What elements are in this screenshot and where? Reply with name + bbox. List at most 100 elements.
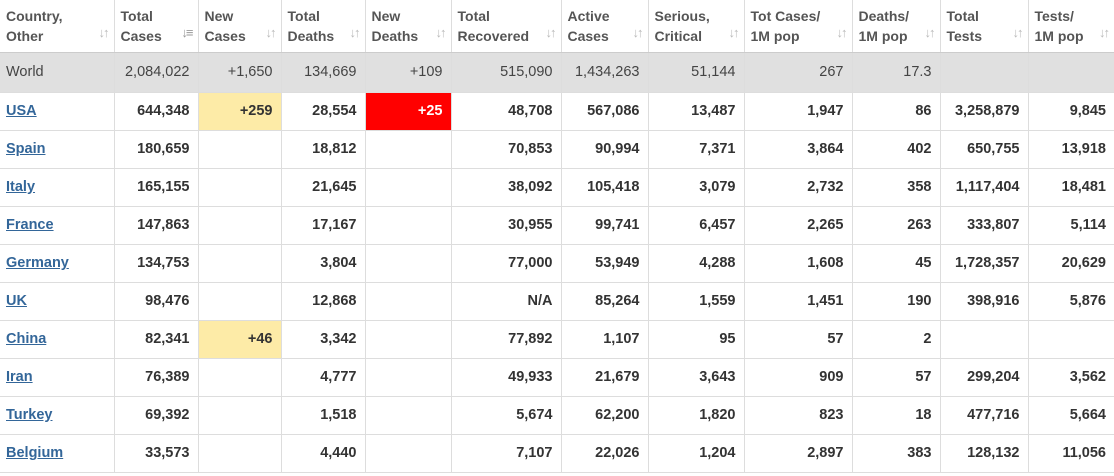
table-row: Turkey 69,392 1,518 5,674 62,200 1,820 823 18 47…: [0, 396, 1114, 435]
column-header-label: 1M pop: [858, 27, 908, 44]
total-recovered-cell: 7,107: [451, 434, 562, 473]
column-header-label: 1M pop: [1034, 27, 1084, 44]
column-header-total-deaths[interactable]: Total Deaths ↓↑: [281, 0, 366, 53]
serious-critical-cell: 4,288: [648, 244, 745, 283]
total-recovered-cell: 5,674: [451, 396, 562, 435]
cases-per-1m-cell: 823: [744, 396, 853, 435]
new-deaths-cell: [365, 282, 452, 321]
column-header-active-cases[interactable]: Active Cases ↓↑: [561, 0, 649, 53]
total-cases-cell: 134,753: [114, 244, 199, 283]
column-header-label: Serious,: [654, 7, 710, 24]
total-cases-cell: 98,476: [114, 282, 199, 321]
table-row: France 147,863 17,167 30,955 99,741 6,457 2,26…: [0, 206, 1114, 245]
total-deaths-cell: 28,554: [281, 92, 366, 131]
new-deaths-cell: [365, 396, 452, 435]
total-deaths-cell: 3,342: [281, 320, 366, 359]
total-cases-cell: 33,573: [114, 434, 199, 473]
column-header-total-tests[interactable]: Total Tests ↓↑: [940, 0, 1029, 53]
sort-icon[interactable]: ↓↑: [350, 23, 361, 43]
column-header-new-deaths[interactable]: New Deaths ↓↑: [365, 0, 452, 53]
country-link[interactable]: Germany: [6, 255, 69, 271]
column-header-tests-per-1m[interactable]: Tests/1M pop ↓↑: [1028, 0, 1114, 53]
column-header-label: Tests: [946, 27, 983, 44]
column-header-cases-per-1m[interactable]: Tot Cases/1M pop ↓↑: [744, 0, 853, 53]
new-deaths-cell: [365, 358, 452, 397]
column-header-deaths-per-1m[interactable]: Deaths/1M pop ↓↑: [852, 0, 941, 53]
column-header-label: Deaths: [371, 27, 419, 44]
sort-icon[interactable]: ↓↑: [633, 23, 644, 43]
deaths-per-1m-cell: 263: [852, 206, 941, 245]
world-deaths-per-1m: 17.3: [852, 52, 941, 93]
new-deaths-cell: +25: [365, 92, 452, 131]
country-link[interactable]: Italy: [6, 179, 35, 195]
total-recovered-cell: 49,933: [451, 358, 562, 397]
cases-per-1m-cell: 3,864: [744, 130, 853, 169]
sort-icon[interactable]: ↓↑: [1013, 23, 1024, 43]
sort-icon[interactable]: ↓↑: [837, 23, 848, 43]
deaths-per-1m-cell: 18: [852, 396, 941, 435]
sort-icon[interactable]: ↓↑: [436, 23, 447, 43]
country-link[interactable]: France: [6, 217, 54, 233]
country-cell: Iran: [0, 358, 115, 397]
active-cases-cell: 21,679: [561, 358, 649, 397]
column-header-serious-critical[interactable]: Serious, Critical ↓↑: [648, 0, 745, 53]
serious-critical-cell: 7,371: [648, 130, 745, 169]
total-deaths-cell: 4,440: [281, 434, 366, 473]
table-row: Iran 76,389 4,777 49,933 21,679 3,643 909 57 299…: [0, 358, 1114, 397]
column-header-new-cases[interactable]: New Cases ↓↑: [198, 0, 282, 53]
world-total-deaths: 134,669: [281, 52, 366, 93]
country-cell: Germany: [0, 244, 115, 283]
serious-critical-cell: 6,457: [648, 206, 745, 245]
column-header-total-cases[interactable]: Total Cases ↓≡: [114, 0, 199, 53]
deaths-per-1m-cell: 57: [852, 358, 941, 397]
column-header-total-recovered[interactable]: Total Recovered ↓↑: [451, 0, 562, 53]
total-cases-cell: 644,348: [114, 92, 199, 131]
new-cases-cell: +46: [198, 320, 282, 359]
header-row: Country, Other ↓↑ Total Cases ↓≡ New Cases ↓↑ Tot…: [0, 0, 1114, 53]
column-header-label: Country,: [6, 7, 63, 24]
cases-per-1m-cell: 909: [744, 358, 853, 397]
deaths-per-1m-cell: 358: [852, 168, 941, 207]
column-header-label: Total: [457, 7, 490, 24]
world-total-recovered: 515,090: [451, 52, 562, 93]
table-header: Country, Other ↓↑ Total Cases ↓≡ New Cases ↓↑ Tot…: [0, 0, 1114, 53]
country-link[interactable]: China: [6, 331, 46, 347]
new-cases-cell: [198, 396, 282, 435]
column-header-label: Recovered: [457, 27, 530, 44]
table-row: China 82,341 +46 3,342 77,892 1,107 95 57 2: [0, 320, 1114, 359]
active-cases-cell: 90,994: [561, 130, 649, 169]
sort-icon[interactable]: ↓↑: [925, 23, 936, 43]
sort-icon[interactable]: ↓↑: [99, 23, 110, 43]
active-cases-cell: 99,741: [561, 206, 649, 245]
total-cases-cell: 76,389: [114, 358, 199, 397]
country-link[interactable]: Belgium: [6, 445, 63, 461]
total-recovered-cell: 38,092: [451, 168, 562, 207]
country-link[interactable]: Spain: [6, 141, 45, 157]
total-tests-cell: 299,204: [940, 358, 1029, 397]
serious-critical-cell: 95: [648, 320, 745, 359]
cases-per-1m-cell: 2,732: [744, 168, 853, 207]
country-cell: France: [0, 206, 115, 245]
total-cases-cell: 69,392: [114, 396, 199, 435]
sort-icon[interactable]: ↓↑: [266, 23, 277, 43]
column-header-label: Total: [120, 7, 153, 24]
table-row: Belgium 33,573 4,440 7,107 22,026 1,204 2,897 3…: [0, 434, 1114, 473]
country-link[interactable]: UK: [6, 293, 27, 309]
new-cases-cell: [198, 130, 282, 169]
country-link[interactable]: Turkey: [6, 407, 52, 423]
serious-critical-cell: 1,820: [648, 396, 745, 435]
serious-critical-cell: 1,559: [648, 282, 745, 321]
sort-icon[interactable]: ↓↑: [546, 23, 557, 43]
country-link[interactable]: Iran: [6, 369, 33, 385]
new-deaths-cell: [365, 168, 452, 207]
total-recovered-cell: 48,708: [451, 92, 562, 131]
column-header-label: Critical: [654, 27, 702, 44]
sort-desc-icon[interactable]: ↓≡: [181, 23, 193, 43]
serious-critical-cell: 3,079: [648, 168, 745, 207]
sort-icon[interactable]: ↓↑: [729, 23, 740, 43]
country-link[interactable]: USA: [6, 103, 37, 119]
table-row: Italy 165,155 21,645 38,092 105,418 3,079 2,73…: [0, 168, 1114, 207]
sort-icon[interactable]: ↓↑: [1099, 23, 1110, 43]
world-total-row: World 2,084,022 +1,650 134,669 +109 515,…: [0, 52, 1114, 93]
column-header-country[interactable]: Country, Other ↓↑: [0, 0, 115, 53]
